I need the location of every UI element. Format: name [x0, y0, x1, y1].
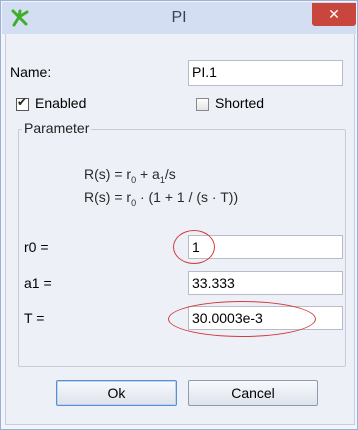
window-title: PI: [171, 9, 187, 26]
a1-input[interactable]: 33.333: [188, 271, 343, 295]
t-label: T =: [24, 310, 45, 326]
ok-button[interactable]: Ok: [56, 380, 177, 406]
enabled-label[interactable]: Enabled: [35, 95, 86, 111]
r0-label: r0 =: [24, 239, 49, 255]
close-button[interactable]: ✕: [312, 3, 356, 26]
enabled-checkbox[interactable]: [16, 95, 29, 111]
t-highlight-ellipse: [168, 301, 316, 337]
parameter-group-title: Parameter: [22, 120, 92, 136]
title-bar[interactable]: PI ✕: [2, 2, 356, 34]
r0-highlight-ellipse: [173, 230, 215, 264]
a1-label: a1 =: [24, 275, 52, 291]
name-input[interactable]: PI.1: [188, 60, 343, 86]
pi-dialog-window: PI ✕ Name: PI.1 Enabled Shorted Paramete…: [0, 0, 358, 430]
shorted-checkbox[interactable]: [196, 98, 209, 111]
formula-sum: R(s) = r0 + a1/s: [84, 166, 176, 185]
shorted-label[interactable]: Shorted: [215, 95, 264, 111]
name-label: Name:: [10, 64, 52, 80]
cancel-button[interactable]: Cancel: [188, 380, 318, 406]
dialog-content: Name: PI.1 Enabled Shorted Parameter R(s…: [5, 34, 355, 425]
close-icon: ✕: [328, 6, 340, 22]
formula-product: R(s) = r0 · (1 + 1 / (s · T)): [84, 189, 239, 208]
